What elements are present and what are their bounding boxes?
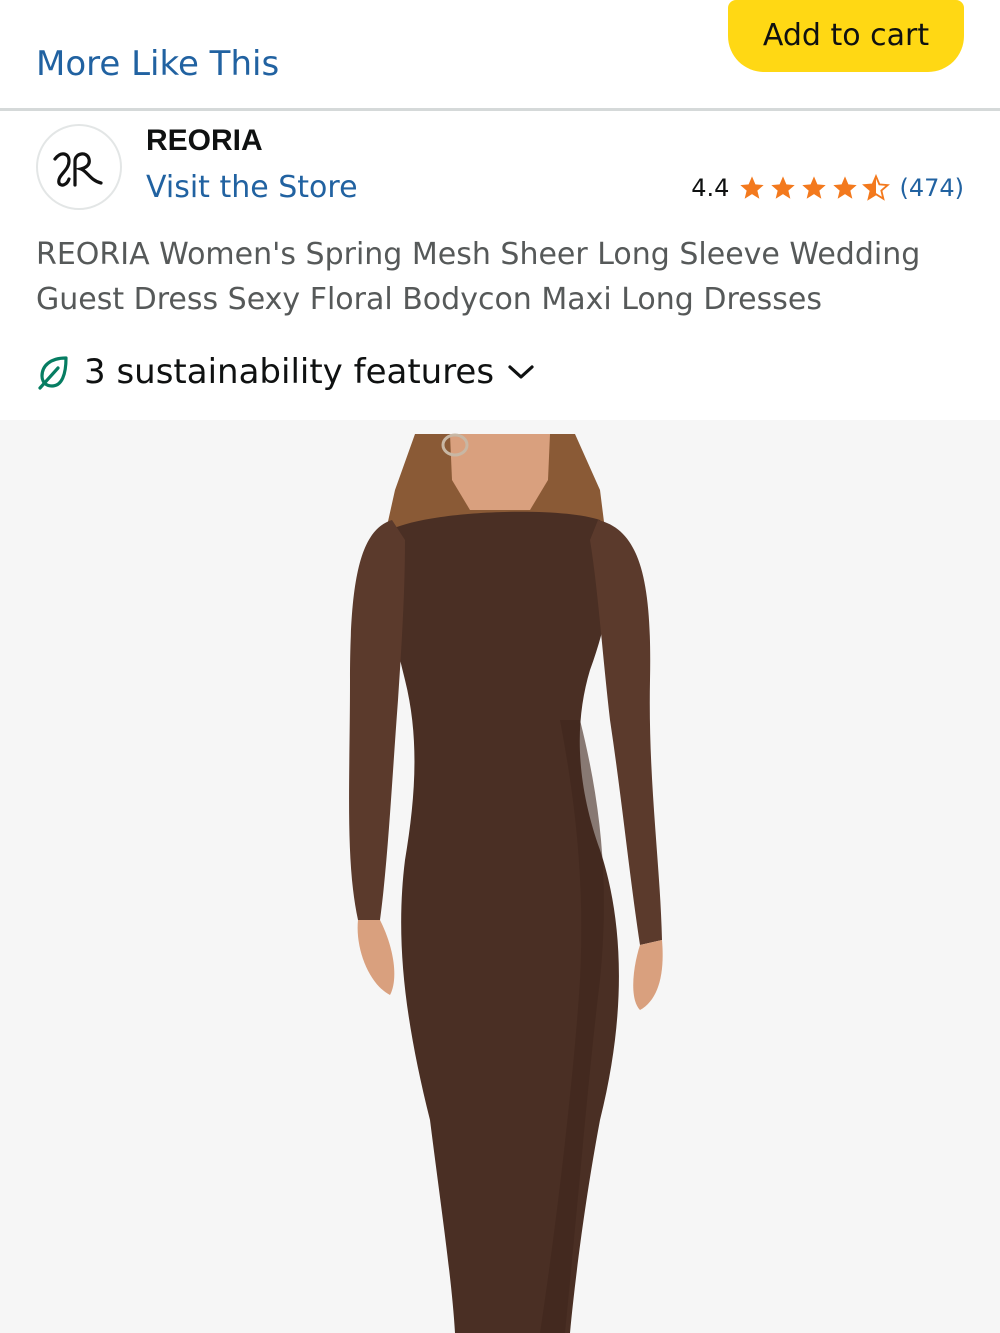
leaf-icon	[38, 356, 68, 390]
star-icon	[771, 176, 796, 199]
half-star-icon	[862, 174, 891, 201]
rating-summary[interactable]: 4.4 (474)	[691, 174, 964, 202]
rating-value: 4.4	[691, 174, 730, 202]
chevron-down-icon	[508, 365, 534, 379]
divider	[0, 108, 1000, 111]
store-name: REORIA	[146, 124, 263, 157]
star-icon	[833, 176, 858, 199]
product-photo-icon	[349, 433, 663, 1333]
store-logo[interactable]	[36, 124, 122, 210]
visit-store-link[interactable]: Visit the Store	[146, 170, 358, 205]
sustainability-label: 3 sustainability features	[84, 352, 495, 392]
product-image[interactable]	[0, 420, 1000, 1333]
product-page: More Like This Add to cart REORIA Visit …	[0, 0, 1000, 1333]
star-icon	[740, 176, 765, 199]
star-rating	[737, 174, 891, 202]
rating-count[interactable]: (474)	[899, 174, 964, 202]
sustainability-features-toggle[interactable]: 3 sustainability features	[36, 352, 536, 392]
add-to-cart-button[interactable]: Add to cart	[728, 0, 964, 72]
product-title: REORIA Women's Spring Mesh Sheer Long Sl…	[36, 237, 921, 317]
star-icon	[802, 176, 827, 199]
more-like-this-link[interactable]: More Like This	[36, 44, 279, 84]
top-bar: More Like This Add to cart	[0, 0, 1000, 108]
reoria-logo-icon	[53, 152, 103, 187]
